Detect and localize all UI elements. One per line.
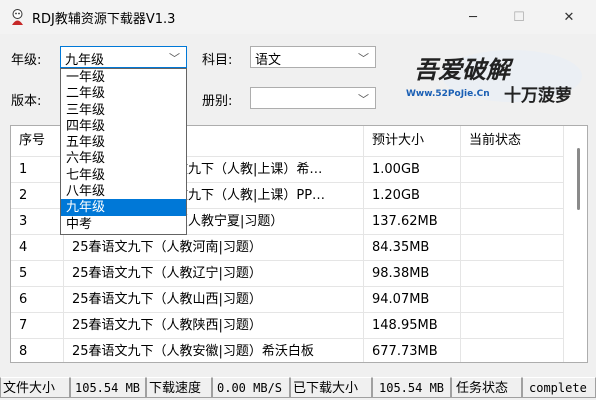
close-icon: ✕ (563, 9, 575, 25)
grade-dropdown-list: 一年级 二年级 三年级 四年级 五年级 六年级 七年级 八年级 九年级 中考 (60, 68, 187, 235)
downloaded-value: 105.54 MB (372, 377, 451, 398)
cell-name: 25春语文九下（人教安徽|习题）希沃白板 (64, 338, 364, 362)
chevron-down-icon: ﹀ (358, 52, 369, 65)
grade-option[interactable]: 六年级 (61, 150, 186, 166)
grade-option[interactable]: 五年级 (61, 134, 186, 150)
subject-select[interactable]: 语文 ﹀ (250, 46, 376, 68)
table-row[interactable]: 8 25春语文九下（人教安徽|习题）希沃白板 677.73MB (11, 338, 571, 362)
cell-size: 1.20GB (364, 182, 461, 208)
volume-select[interactable]: ﹀ (250, 87, 376, 109)
cell-status (461, 260, 564, 286)
cell-size: 148.95MB (364, 312, 461, 338)
cell-size: 137.62MB (364, 208, 461, 234)
cell-no: 7 (11, 312, 64, 338)
grade-option[interactable]: 四年级 (61, 118, 186, 134)
header-status[interactable]: 当前状态 (461, 126, 564, 156)
cell-size: 98.38MB (364, 260, 461, 286)
downloaded-label: 已下载大小 (290, 377, 372, 398)
cell-no: 4 (11, 234, 64, 260)
task-value: complete (522, 377, 596, 398)
cell-size: 84.35MB (364, 234, 461, 260)
grade-option[interactable]: 八年级 (61, 183, 186, 199)
cell-status (461, 234, 564, 260)
cell-name: 25春语文九下（人教陕西|习题） (64, 312, 364, 338)
cell-no: 1 (11, 156, 64, 182)
cell-no: 5 (11, 260, 64, 286)
cell-status (461, 286, 564, 312)
grade-option[interactable]: 中考 (61, 216, 186, 232)
cell-status (461, 182, 564, 208)
app-icon (12, 9, 23, 25)
cell-status (461, 312, 564, 338)
file-size-value: 105.54 MB (70, 377, 146, 398)
logo-text: 吾爱破解 (414, 55, 514, 84)
table-row[interactable]: 6 25春语文九下（人教山西|习题） 94.07MB (11, 286, 571, 312)
title-bar: RDJ教辅资源下载器V1.3 ─ ☐ ✕ (0, 0, 596, 34)
grade-select[interactable]: 九年级 ﹀ (60, 46, 187, 68)
logo-slogan: 十万菠萝 (504, 85, 572, 106)
task-label: 任务状态 (451, 377, 522, 398)
grade-select-value: 九年级 (65, 53, 105, 68)
maximize-button[interactable]: ☐ (496, 0, 542, 34)
cell-name: 25春语文九下（人教辽宁|习题） (64, 260, 364, 286)
cell-no: 8 (11, 338, 64, 362)
subject-label: 科目: (202, 53, 233, 68)
chevron-down-icon: ﹀ (358, 93, 369, 106)
minimize-icon: ─ (469, 9, 477, 25)
cell-status (461, 208, 564, 234)
window-title: RDJ教辅资源下载器V1.3 (32, 12, 176, 27)
header-no[interactable]: 序号 (11, 126, 64, 156)
grade-option[interactable]: 七年级 (61, 167, 186, 183)
grade-option[interactable]: 二年级 (61, 85, 186, 101)
table-row[interactable]: 4 25春语文九下（人教河南|习题） 84.35MB (11, 234, 571, 260)
cell-name: 25春语文九下（人教山西|习题） (64, 286, 364, 312)
header-size[interactable]: 预计大小 (364, 126, 461, 156)
speed-label: 下载速度 (146, 377, 212, 398)
close-button[interactable]: ✕ (542, 0, 596, 34)
site-logo: 吾爱破解 Www.52PoJie.Cn 十万菠萝 (406, 50, 582, 106)
minimize-button[interactable]: ─ (450, 0, 496, 34)
cell-name: 25春语文九下（人教河南|习题） (64, 234, 364, 260)
grade-option[interactable]: 一年级 (61, 69, 186, 85)
chevron-down-icon: ﹀ (169, 52, 180, 65)
grade-option[interactable]: 九年级 (61, 199, 186, 216)
cell-no: 2 (11, 182, 64, 208)
subject-select-value: 语文 (255, 53, 282, 68)
volume-label: 册别: (202, 94, 233, 109)
grade-option[interactable]: 三年级 (61, 102, 186, 118)
grade-label: 年级: (11, 53, 42, 68)
cell-no: 3 (11, 208, 64, 234)
version-label: 版本: (11, 94, 42, 109)
logo-url: Www.52PoJie.Cn (406, 89, 490, 99)
status-bar: 文件大小 105.54 MB 下载速度 0.00 MB/S 已下载大小 105.… (0, 377, 596, 400)
cell-status (461, 338, 564, 362)
cell-size: 94.07MB (364, 286, 461, 312)
file-size-label: 文件大小 (0, 377, 70, 398)
table-row[interactable]: 7 25春语文九下（人教陕西|习题） 148.95MB (11, 312, 571, 338)
cell-size: 1.00GB (364, 156, 461, 182)
scroll-thumb[interactable] (577, 148, 580, 210)
table-scrollbar[interactable] (571, 146, 587, 356)
table-row[interactable]: 5 25春语文九下（人教辽宁|习题） 98.38MB (11, 260, 571, 286)
cell-status (461, 156, 564, 182)
cell-no: 6 (11, 286, 64, 312)
cell-size: 677.73MB (364, 338, 461, 362)
speed-value: 0.00 MB/S (212, 377, 290, 398)
maximize-icon: ☐ (513, 9, 525, 25)
